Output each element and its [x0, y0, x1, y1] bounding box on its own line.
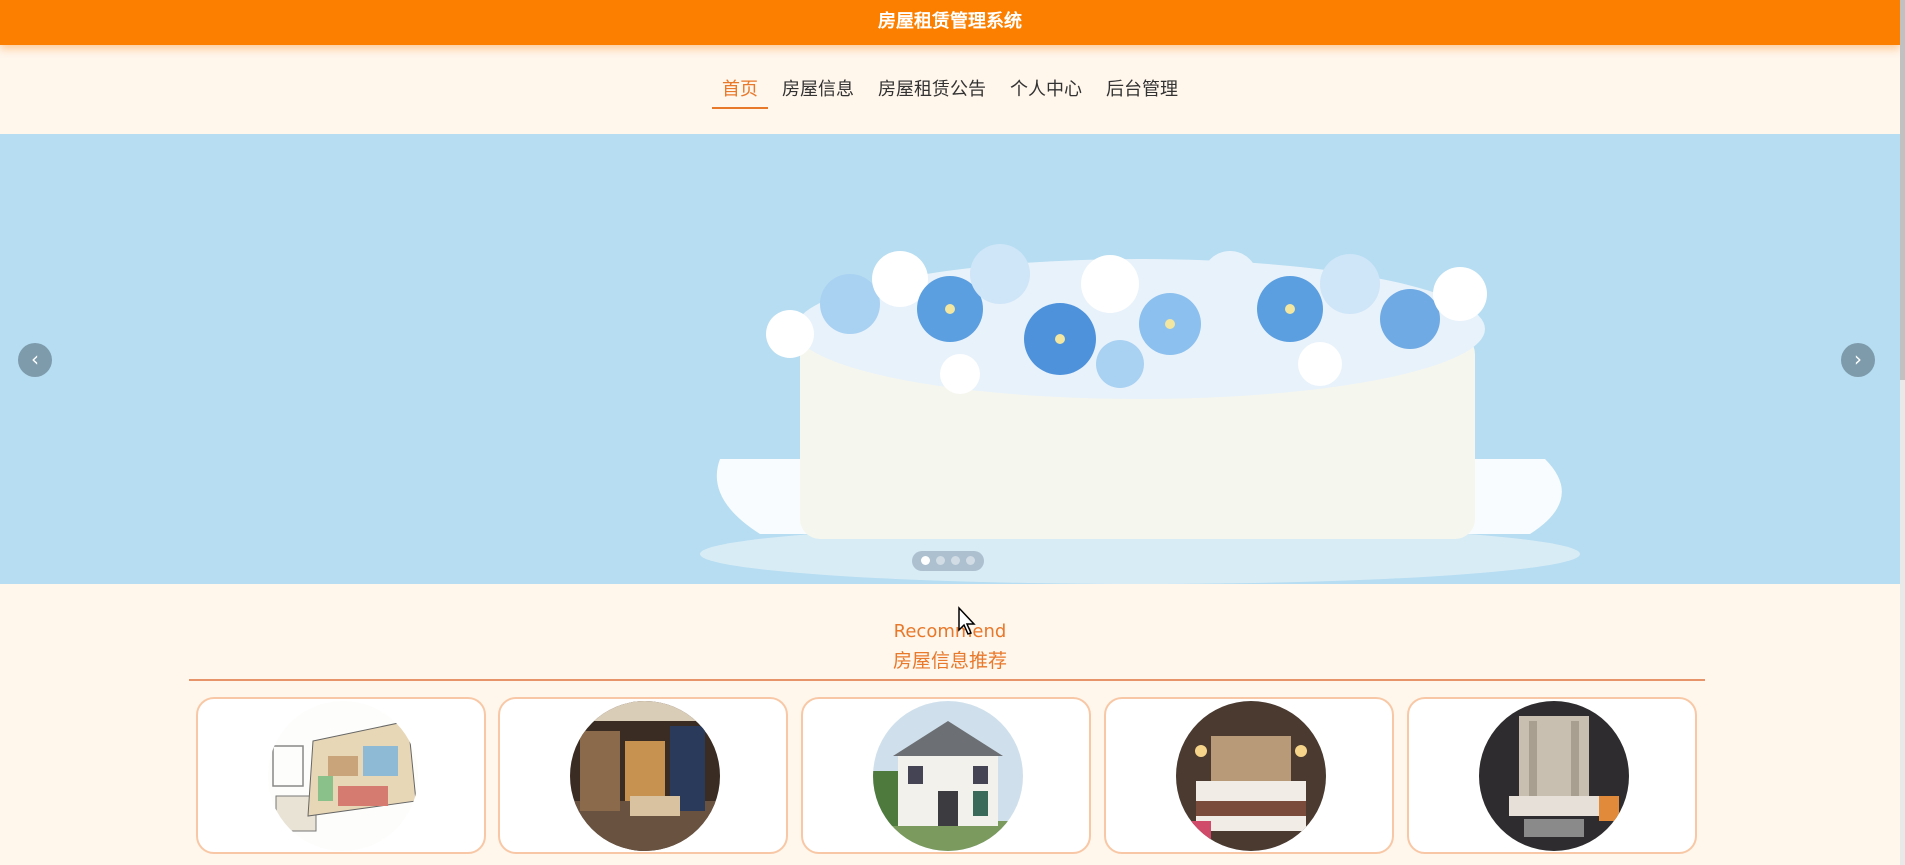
carousel-dot-3[interactable]: [951, 556, 960, 565]
carousel-slide-image: [0, 134, 1900, 584]
main-nav: 首页 房屋信息 房屋租赁公告 个人中心 后台管理: [0, 75, 1900, 109]
carousel-prev-button[interactable]: ‹: [18, 343, 52, 377]
carousel-indicators: [912, 551, 984, 571]
white-villa-exterior-image: [873, 701, 1023, 851]
floor-plan-sketch-image: [268, 701, 418, 851]
recommend-title-cn: 房屋信息推荐: [892, 650, 1007, 672]
site-title: 房屋租赁管理系统: [878, 11, 1022, 32]
nav-item-admin[interactable]: 后台管理: [1096, 75, 1188, 107]
nav-item-personal-center[interactable]: 个人中心: [1000, 75, 1092, 107]
nav-item-rental-notice[interactable]: 房屋租赁公告: [868, 75, 996, 107]
recommend-card-5[interactable]: [1407, 697, 1697, 854]
recommend-card-4[interactable]: [1104, 697, 1394, 854]
carousel-dot-1[interactable]: [921, 556, 930, 565]
scrollbar-thumb[interactable]: [1900, 0, 1905, 380]
modern-living-room-image: [1479, 701, 1629, 851]
carousel-dot-4[interactable]: [966, 556, 975, 565]
page-scrollbar[interactable]: [1900, 0, 1905, 865]
hotel-bedroom-image: [1176, 701, 1326, 851]
recommend-card-2[interactable]: [498, 697, 788, 854]
chevron-left-icon: ‹: [31, 347, 39, 371]
chevron-right-icon: ›: [1854, 347, 1862, 371]
nav-item-house-info[interactable]: 房屋信息: [772, 75, 864, 107]
luxury-bedroom-interior-image: [570, 701, 720, 851]
nav-item-home[interactable]: 首页: [712, 75, 768, 109]
recommend-card-1[interactable]: [196, 697, 486, 854]
recommend-title-en: Recommend: [893, 621, 1007, 642]
recommend-card-3[interactable]: [801, 697, 1091, 854]
section-divider: [189, 679, 1705, 681]
carousel-next-button[interactable]: ›: [1841, 343, 1875, 377]
mouse-cursor-icon: [958, 606, 976, 635]
site-header: 房屋租赁管理系统: [0, 0, 1900, 45]
carousel-dot-2[interactable]: [936, 556, 945, 565]
banner-carousel[interactable]: [0, 134, 1900, 584]
